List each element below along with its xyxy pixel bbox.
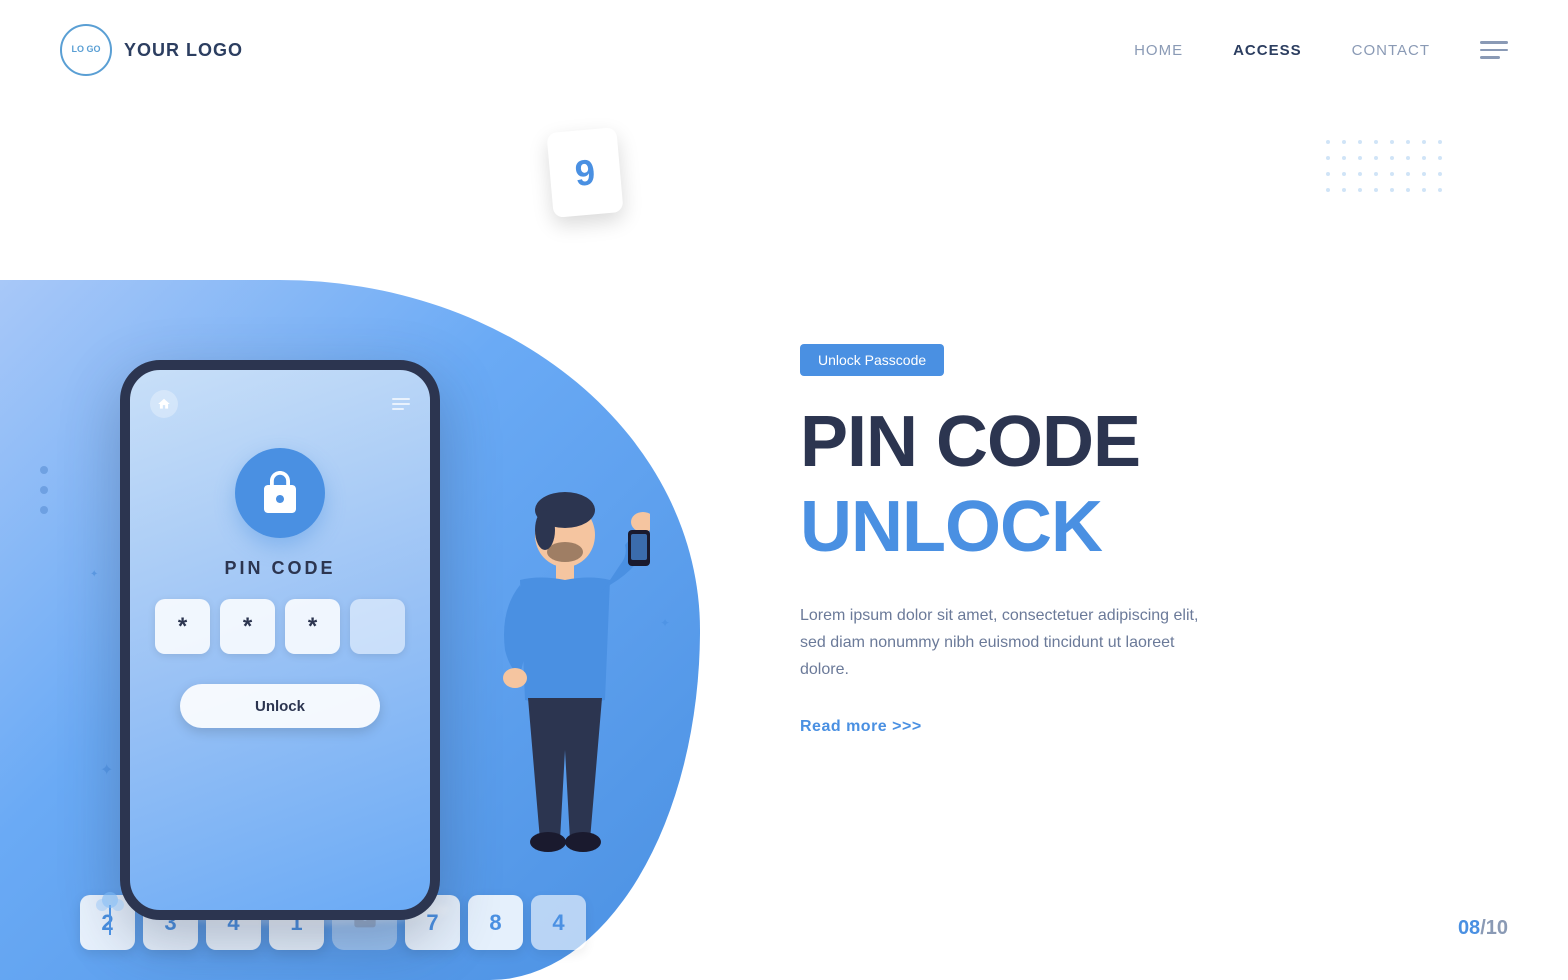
dot <box>40 486 48 494</box>
logo-circle-text: LO GO <box>72 45 101 55</box>
sparkle-1: ✦ <box>100 760 113 780</box>
person-figure <box>480 480 650 920</box>
sparkle-3: ✦ <box>660 616 670 630</box>
pin-input-boxes: * * * <box>155 599 405 654</box>
phone-menu-icon <box>392 398 410 410</box>
badge: Unlock Passcode <box>800 344 944 376</box>
navigation: HOME ACCESS CONTACT <box>1134 41 1508 59</box>
pin-code-label: PIN CODE <box>224 558 335 579</box>
dot <box>40 506 48 514</box>
flower-decoration <box>90 885 130 940</box>
phone-menu-line <box>392 403 410 405</box>
phone-menu-line <box>392 398 410 400</box>
nav-contact[interactable]: CONTACT <box>1352 42 1430 59</box>
logo-circle: LO GO <box>60 24 112 76</box>
nav-home[interactable]: HOME <box>1134 42 1183 59</box>
sparkle-2: ✦ <box>90 569 98 580</box>
menu-line <box>1480 49 1508 52</box>
content-area: Unlock Passcode PIN CODE UNLOCK Lorem ip… <box>700 100 1568 980</box>
pin-box-3[interactable]: * <box>285 599 340 654</box>
pin-box-1[interactable]: * <box>155 599 210 654</box>
page-counter: 08/10 <box>1458 917 1508 940</box>
menu-line <box>1480 56 1500 59</box>
phone-mockup: PIN CODE * * * Unlock <box>120 360 440 920</box>
phone-unlock-button[interactable]: Unlock <box>180 684 380 728</box>
hamburger-menu[interactable] <box>1480 41 1508 59</box>
main-content: PIN CODE * * * Unlock 9 2 3 4 1 7 <box>0 100 1568 980</box>
nav-access[interactable]: ACCESS <box>1233 42 1302 59</box>
phone-top-bar <box>150 390 410 418</box>
page-total: 10 <box>1486 917 1508 939</box>
pin-box-4[interactable] <box>350 599 405 654</box>
logo-text: YOUR LOGO <box>124 40 243 61</box>
lock-icon-circle <box>235 448 325 538</box>
menu-line <box>1480 41 1508 44</box>
decorative-dots-left <box>40 466 48 514</box>
header: LO GO YOUR LOGO HOME ACCESS CONTACT <box>0 0 1568 100</box>
main-title-line1: PIN CODE <box>800 406 1488 478</box>
phone-home-icon <box>150 390 178 418</box>
number-nine-card: 9 <box>546 127 623 218</box>
dot <box>40 466 48 474</box>
read-more-link[interactable]: Read more >>> <box>800 718 1488 736</box>
logo-area: LO GO YOUR LOGO <box>60 24 243 76</box>
main-title-line2: UNLOCK <box>800 488 1488 567</box>
description-text: Lorem ipsum dolor sit amet, consectetuer… <box>800 602 1200 684</box>
page-current: 08 <box>1458 917 1480 939</box>
pin-box-2[interactable]: * <box>220 599 275 654</box>
phone-menu-line <box>392 408 404 410</box>
illustration-area: PIN CODE * * * Unlock 9 2 3 4 1 7 <box>0 100 700 980</box>
